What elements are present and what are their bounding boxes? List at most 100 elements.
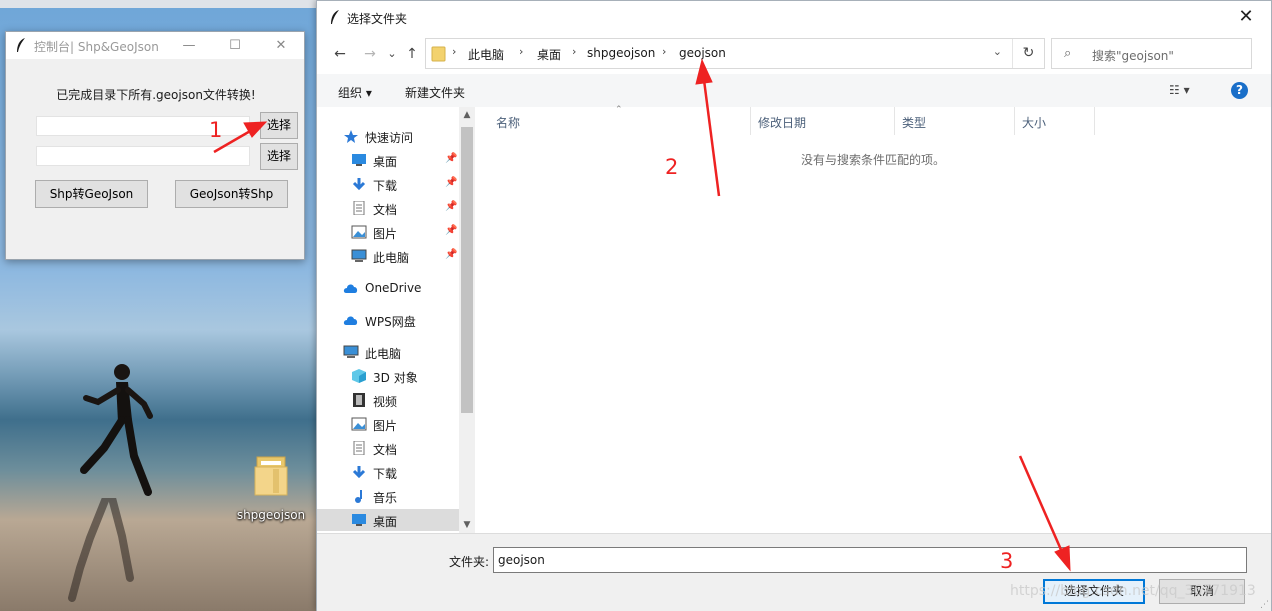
empty-results-message: 没有与搜索条件匹配的项。 — [800, 153, 945, 167]
nav-item-label: 文档 — [373, 203, 398, 217]
runner-reflection — [68, 498, 134, 602]
breadcrumb-separator: › — [452, 45, 457, 58]
close-button[interactable]: ✕ — [258, 32, 304, 59]
nav-item[interactable]: 桌面 📌 — [317, 149, 459, 171]
breadcrumb-separator[interactable]: › — [662, 45, 666, 58]
dialog-close-button[interactable]: ✕ — [1231, 5, 1261, 29]
column-header-date-modified[interactable]: 修改日期 — [751, 107, 895, 135]
nav-item-label: 桌面 — [373, 515, 398, 529]
cloud-icon — [343, 281, 359, 295]
breadcrumb-separator[interactable]: › — [519, 45, 523, 58]
minimize-button[interactable]: — — [166, 32, 212, 59]
nav-item[interactable]: 文档 — [317, 437, 459, 459]
refresh-icon[interactable]: ↻ — [1012, 39, 1044, 68]
pin-icon[interactable]: 📌 — [445, 177, 457, 188]
computer-icon — [351, 249, 367, 263]
forward-button[interactable]: → — [359, 45, 381, 63]
view-options-button[interactable]: ☷ ▾ — [1169, 83, 1190, 97]
pin-icon[interactable]: 📌 — [445, 225, 457, 236]
dialog-titlebar[interactable]: 选择文件夹 ✕ — [317, 1, 1271, 33]
column-header-size[interactable]: 大小 — [1015, 107, 1095, 135]
star-icon — [343, 129, 359, 143]
up-folder-button[interactable]: ↑ — [401, 45, 423, 63]
scroll-thumb[interactable] — [461, 127, 473, 413]
desktop-folder-shpgeojson[interactable]: shpgeojson — [234, 455, 308, 525]
back-button[interactable]: ← — [329, 45, 351, 63]
select-button-2[interactable]: 选择 — [260, 143, 298, 170]
pin-icon[interactable]: 📌 — [445, 249, 457, 260]
nav-item-label: OneDrive — [365, 281, 422, 295]
nav-item[interactable]: 3D 对象 — [317, 365, 459, 387]
nav-item[interactable]: WPS网盘 — [317, 309, 459, 331]
organize-button[interactable]: 组织 ▾ — [338, 84, 372, 101]
nav-item[interactable]: 快速访问 — [317, 125, 459, 147]
nav-item[interactable]: 音乐 — [317, 485, 459, 507]
address-bar[interactable]: › 此电脑 › 桌面 › shpgeojson › geojson ⌄ ↻ — [425, 38, 1045, 69]
nav-item-label: 视频 — [373, 395, 398, 409]
annotation-number-2: 2 — [665, 155, 679, 179]
feather-icon — [17, 38, 25, 52]
breadcrumb-separator[interactable]: › — [572, 45, 576, 58]
scroll-down-arrow[interactable]: ▼ — [459, 517, 475, 533]
computer-icon — [343, 345, 359, 359]
command-bar: 组织 ▾ 新建文件夹 ☷ ▾ ? — [317, 74, 1271, 107]
shp-to-geojson-button[interactable]: Shp转GeoJson — [35, 180, 148, 208]
picture-icon — [351, 417, 367, 431]
nav-item-label: 快速访问 — [365, 131, 414, 145]
navigation-scrollbar[interactable]: ▲ ▼ — [459, 107, 475, 533]
nav-item-label: 文档 — [373, 443, 398, 457]
column-header-type[interactable]: 类型 — [895, 107, 1015, 135]
maximize-button[interactable]: ☐ — [212, 32, 258, 59]
folder-icon — [431, 46, 446, 62]
select-button-1[interactable]: 选择 — [260, 112, 298, 139]
nav-item[interactable]: 下载 — [317, 461, 459, 483]
column-header-name[interactable]: 名称 — [489, 107, 751, 135]
pin-icon[interactable]: 📌 — [445, 153, 457, 164]
annotation-number-1: 1 — [209, 118, 223, 142]
select-folder-dialog: 选择文件夹 ✕ ← → ⌄ ↑ › 此电脑 › 桌面 › shpgeojson … — [316, 0, 1272, 611]
path-input-2[interactable] — [36, 146, 250, 166]
new-folder-button[interactable]: 新建文件夹 — [405, 84, 465, 101]
nav-item[interactable]: 图片 — [317, 413, 459, 435]
scroll-up-arrow[interactable]: ▲ — [459, 107, 475, 123]
address-dropdown-icon[interactable]: ⌄ — [993, 45, 1002, 58]
folder-name-input[interactable]: geojson — [493, 547, 1247, 573]
download-icon — [351, 177, 367, 191]
nav-item-label: 桌面 — [373, 155, 398, 169]
converter-titlebar[interactable]: 控制台| Shp&GeoJson — ☐ ✕ — [6, 32, 304, 59]
pin-icon[interactable]: 📌 — [445, 201, 457, 212]
nav-item[interactable]: 图片 📌 — [317, 221, 459, 243]
desktop-icon — [351, 153, 367, 167]
file-list-area[interactable]: ⌃ 名称 修改日期 类型 大小 没有与搜索条件匹配的项。 — [475, 105, 1271, 533]
nav-item-label: 3D 对象 — [373, 371, 418, 385]
help-icon[interactable]: ? — [1231, 82, 1248, 99]
converter-window: 控制台| Shp&GeoJson — ☐ ✕ 已完成目录下所有.geojson文… — [5, 31, 305, 260]
nav-item-label: 此电脑 — [365, 347, 402, 361]
search-placeholder: 搜索"geojson" — [1092, 49, 1174, 63]
resize-grip-icon[interactable]: ⋰ — [1260, 600, 1269, 610]
recent-locations-button[interactable]: ⌄ — [381, 45, 403, 63]
search-icon: ⌕ — [1064, 46, 1072, 61]
nav-item-label: 此电脑 — [373, 251, 410, 265]
breadcrumb-geojson[interactable]: geojson — [679, 46, 726, 60]
folder-icon — [254, 456, 288, 496]
nav-item[interactable]: 桌面 — [317, 509, 459, 531]
nav-item[interactable]: 此电脑 📌 — [317, 245, 459, 267]
nav-item[interactable]: 文档 📌 — [317, 197, 459, 219]
annotation-number-3: 3 — [1000, 549, 1014, 573]
nav-item[interactable]: 视频 — [317, 389, 459, 411]
nav-item[interactable]: 此电脑 — [317, 341, 459, 363]
breadcrumb-desktop[interactable]: 桌面 — [537, 46, 561, 63]
nav-item[interactable]: 下载 📌 — [317, 173, 459, 195]
search-box[interactable]: ⌕ 搜索"geojson" — [1051, 38, 1252, 69]
nav-item[interactable]: OneDrive — [317, 277, 459, 299]
nav-item-label: 图片 — [373, 419, 398, 433]
nav-item-label: 下载 — [373, 467, 398, 481]
runner-figure — [80, 364, 153, 496]
breadcrumb-shpgeojson[interactable]: shpgeojson — [587, 46, 655, 60]
geojson-to-shp-button[interactable]: GeoJson转Shp — [175, 180, 288, 208]
music-icon — [351, 489, 367, 503]
dialog-footer: 文件夹: geojson 选择文件夹 取消 ⋰ — [317, 533, 1271, 611]
breadcrumb-this-pc[interactable]: 此电脑 — [468, 46, 504, 63]
dialog-title: 选择文件夹 — [347, 12, 408, 26]
